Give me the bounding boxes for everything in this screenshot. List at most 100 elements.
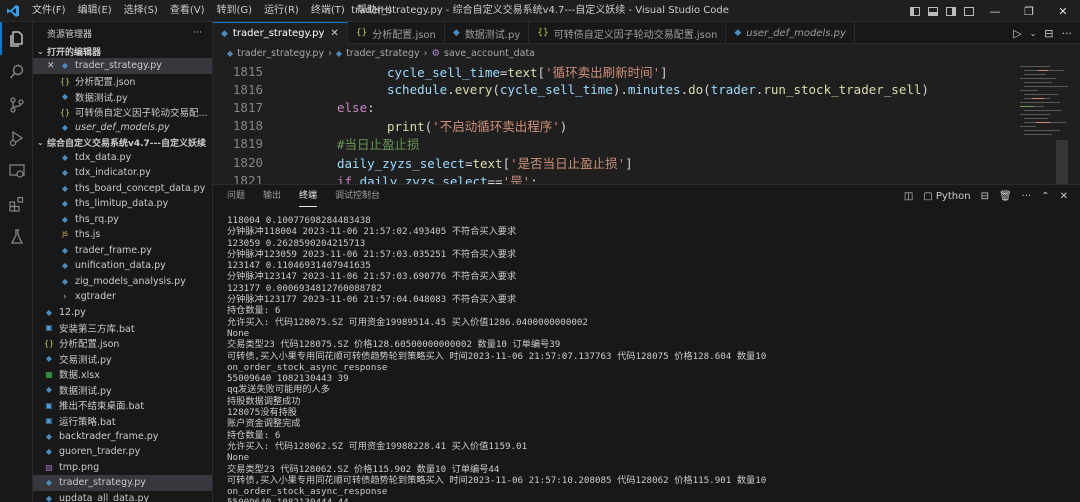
tab-trader-strategy[interactable]: ◆ trader_strategy.py ✕ — [213, 22, 348, 44]
python-file-icon: ◆ — [45, 431, 53, 441]
explorer-title: 资源管理器 — [47, 29, 93, 40]
split-editor-icon[interactable]: ⊟ — [1044, 27, 1053, 40]
tab-bond-rotation-config[interactable]: {} 可转债自定义因子轮动交易配置.json — [529, 22, 727, 44]
source-control-icon[interactable] — [0, 88, 33, 121]
folder-item[interactable]: › xgtrader — [33, 289, 212, 305]
open-editor-item[interactable]: ◆ 数据测试.py — [33, 89, 212, 105]
more-actions-icon[interactable]: ··· — [1062, 27, 1073, 40]
open-editor-item[interactable]: ✕ ◆ trader_strategy.py — [33, 58, 212, 74]
breadcrumb-file[interactable]: trader_strategy.py — [237, 48, 324, 59]
tab-output[interactable]: 输出 — [263, 185, 281, 207]
layout-icon[interactable]: ◫ — [904, 191, 913, 202]
file-item[interactable]: ◆ ths_board_concept_data.py — [33, 181, 212, 197]
minimap-slider[interactable] — [1056, 140, 1068, 184]
file-item[interactable]: ▣ 推出不结束桌面.bat — [33, 398, 212, 414]
open-editor-item[interactable]: ◆ user_def_models.py — [33, 120, 212, 136]
code-line: 1817 else: — [213, 98, 1080, 116]
file-item[interactable]: JS ths.js — [33, 227, 212, 243]
code-token: ] — [625, 155, 633, 171]
run-debug-icon[interactable] — [0, 121, 33, 154]
split-terminal-icon[interactable]: ⊟ — [981, 191, 989, 202]
file-item[interactable]: ◆ zig_models_analysis.py — [33, 274, 212, 290]
toggle-secondary-sidebar-icon[interactable] — [942, 0, 960, 22]
menu-edit[interactable]: 编辑(E) — [72, 0, 118, 22]
python-file-icon: ◆ — [61, 152, 69, 162]
trash-icon[interactable]: 🗑 — [999, 191, 1012, 202]
tab-terminal[interactable]: 终端 — [299, 185, 318, 207]
maximize-panel-icon[interactable]: ⌃ — [1041, 191, 1049, 202]
extensions-icon[interactable] — [0, 187, 33, 220]
file-item[interactable]: ▣ 运行策略.bat — [33, 413, 212, 429]
file-item[interactable]: ◆ ths_limitup_data.py — [33, 196, 212, 212]
tab-debug-console[interactable]: 调试控制台 — [335, 185, 380, 207]
file-item[interactable]: ◆ unification_data.py — [33, 258, 212, 274]
file-item[interactable]: ◆ trader_strategy.py — [33, 475, 212, 491]
minimize-icon[interactable]: — — [978, 0, 1012, 22]
close-panel-icon[interactable]: ✕ — [1060, 191, 1068, 202]
file-item[interactable]: ◆ tdx_data.py — [33, 150, 212, 166]
tab-analysis-config[interactable]: {} 分析配置.json — [348, 22, 445, 44]
file-item[interactable]: {} 分析配置.json — [33, 336, 212, 352]
chevron-down-icon[interactable]: ⌄ — [1030, 29, 1037, 38]
tab-problems[interactable]: 问题 — [227, 185, 245, 207]
open-editor-item[interactable]: {} 可转债自定义因子轮动交易配... — [33, 105, 212, 121]
open-editor-item[interactable]: {} 分析配置.json — [33, 74, 212, 90]
menu-help[interactable]: 帮助(H) — [351, 0, 398, 22]
menu-file[interactable]: 文件(F) — [26, 0, 72, 22]
file-item[interactable]: ◆ tdx_indicator.py — [33, 165, 212, 181]
file-item[interactable]: ◆ 交易测试.py — [33, 351, 212, 367]
terminal-line: 55009640 1082130444 44 — [227, 497, 1067, 502]
line-number: 1815 — [232, 63, 263, 79]
search-icon[interactable] — [0, 55, 33, 88]
menu-selection[interactable]: 选择(S) — [118, 0, 164, 22]
python-file-icon: ◆ — [45, 447, 53, 457]
code-token: daily_zyzs_select — [359, 173, 488, 184]
tab-data-test[interactable]: ◆ 数据测试.py — [445, 22, 530, 44]
breadcrumb-symbol[interactable]: save_account_data — [444, 48, 535, 59]
file-item[interactable]: ◆ 12.py — [33, 305, 212, 321]
file-label: backtrader_frame.py — [59, 430, 159, 442]
toggle-panel-icon[interactable] — [924, 0, 942, 22]
tab-user-def-models[interactable]: ◆ user_def_models.py — [726, 22, 855, 44]
toggle-primary-sidebar-icon[interactable] — [906, 0, 924, 22]
testing-icon[interactable] — [0, 220, 33, 253]
code-token: . — [447, 81, 455, 97]
code-line: 1820 daily_zyzs_select=text['是否当日止盈止损'] — [213, 153, 1080, 171]
terminal-output[interactable]: 118004 0.10077698284483438 分钟脉冲118004 202… — [227, 215, 1067, 502]
menu-terminal[interactable]: 终端(T) — [305, 0, 351, 22]
workspace-folder-header[interactable]: ⌄ 综合自定义交易系统v4.7---自定义妖续 — [33, 136, 212, 150]
file-item[interactable]: ◆ ths_rq.py — [33, 212, 212, 228]
customize-layout-icon[interactable] — [960, 0, 978, 22]
close-icon[interactable]: ✕ — [330, 28, 338, 39]
file-item[interactable]: ◆ trader_frame.py — [33, 243, 212, 259]
file-item[interactable]: ◆ 数据测试.py — [33, 382, 212, 398]
explorer-icon[interactable] — [0, 22, 33, 55]
python-file-icon: ◆ — [61, 183, 69, 193]
close-icon[interactable]: ✕ — [47, 61, 57, 71]
open-editors-header[interactable]: ⌄ 打开的编辑器 — [33, 44, 212, 58]
close-window-icon[interactable]: ✕ — [1046, 0, 1080, 22]
file-item[interactable]: ◆ guoren_trader.py — [33, 444, 212, 460]
minimap[interactable] — [1018, 62, 1068, 184]
remote-explorer-icon[interactable] — [0, 154, 33, 187]
breadcrumb-module[interactable]: trader_strategy — [346, 48, 420, 59]
menu-go[interactable]: 转到(G) — [211, 0, 259, 22]
terminal-profile[interactable]: ▢ Python — [923, 191, 970, 202]
menu-view[interactable]: 查看(V) — [164, 0, 211, 22]
code-token: cycle_sell_time — [499, 81, 613, 97]
file-item[interactable]: ▦ 数据.xlsx — [33, 367, 212, 383]
run-file-icon[interactable]: ▷ — [1013, 27, 1021, 40]
file-item[interactable]: ◆ backtrader_frame.py — [33, 429, 212, 445]
file-item[interactable]: ▨ tmp.png — [33, 460, 212, 476]
more-actions-icon[interactable]: ··· — [193, 28, 202, 38]
code-editor[interactable]: 1815 cycle_sell_time=text['循环卖出刷新时间'] 1816… — [213, 62, 1080, 184]
more-actions-icon[interactable]: ··· — [1022, 191, 1032, 202]
function-icon: ⚙ — [431, 47, 441, 59]
line-number: 1817 — [232, 99, 263, 115]
file-label: tdx_indicator.py — [75, 167, 151, 179]
restore-icon[interactable]: ❐ — [1012, 0, 1046, 22]
code-token: schedule — [387, 81, 448, 97]
file-item[interactable]: ◆ updata_all_data.py — [33, 491, 212, 502]
file-item[interactable]: ▣ 安装第三方库.bat — [33, 320, 212, 336]
menu-run[interactable]: 运行(R) — [258, 0, 305, 22]
